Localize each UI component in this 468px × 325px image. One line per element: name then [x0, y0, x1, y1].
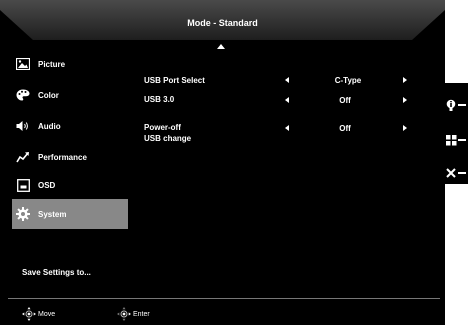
osd-icon: [16, 178, 30, 192]
save-settings-item[interactable]: Save Settings to...: [22, 268, 91, 277]
picture-icon: [16, 57, 30, 71]
option-power-off-usb-label: Power-off USB change: [144, 122, 191, 144]
osd-header: Mode - Standard: [0, 0, 445, 45]
option-usb-3-label: USB 3.0: [144, 95, 175, 104]
sidebar-item-performance[interactable]: Performance: [12, 142, 128, 172]
performance-icon: [16, 150, 30, 164]
info-icon: [445, 99, 457, 111]
palette-icon: [16, 88, 30, 102]
option-usb-port-select-label: USB Port Select: [144, 76, 205, 85]
footer-divider: [8, 298, 440, 299]
sidebar-item-label: OSD: [38, 180, 56, 190]
sidebar-item-osd[interactable]: OSD: [12, 170, 128, 200]
footer-hint-move: Move: [22, 307, 55, 321]
hotkey-info[interactable]: [445, 95, 468, 115]
option-usb-port-select-right-arrow-icon[interactable]: [403, 77, 407, 83]
sidebar-item-audio[interactable]: Audio: [12, 111, 128, 141]
sidebar-item-label: Performance: [38, 152, 87, 162]
option-power-off-usb-value[interactable]: Off: [315, 124, 375, 133]
gear-icon: [16, 207, 30, 221]
footer-enter-label: Enter: [133, 310, 150, 318]
option-power-off-usb-right-arrow-icon[interactable]: [403, 125, 407, 131]
hotkey-info-dash: [458, 104, 466, 106]
osd-menu: Mode - Standard Picture Color Audio Perf…: [0, 0, 445, 325]
joystick-move-icon: [22, 307, 36, 321]
hotkey-menu[interactable]: [445, 130, 468, 150]
sidebar-item-label: System: [38, 209, 67, 219]
hotkey-strip: [445, 83, 468, 184]
footer-hint-enter: Enter: [117, 307, 150, 321]
option-usb-3-left-arrow-icon[interactable]: [285, 97, 289, 103]
sidebar-item-system[interactable]: System: [12, 199, 128, 229]
sidebar-item-label: Color: [38, 90, 59, 100]
joystick-enter-icon: [117, 307, 131, 321]
hotkey-menu-dash: [458, 139, 466, 141]
scroll-up-arrow-icon[interactable]: [217, 44, 225, 49]
sidebar-item-picture[interactable]: Picture: [12, 49, 128, 79]
option-power-off-usb-left-arrow-icon[interactable]: [285, 125, 289, 131]
hotkey-close-dash: [458, 172, 466, 174]
option-usb-3-value[interactable]: Off: [315, 96, 375, 105]
menu-grid-icon: [445, 134, 457, 146]
footer-move-label: Move: [38, 310, 56, 318]
sidebar-item-color[interactable]: Color: [12, 80, 128, 110]
hotkey-close[interactable]: [445, 163, 468, 183]
option-power-off-usb-label-line2: USB change: [144, 134, 192, 143]
option-usb-port-select-left-arrow-icon[interactable]: [285, 77, 289, 83]
option-usb-port-select-value[interactable]: C-Type: [318, 76, 378, 85]
speaker-icon: [16, 119, 30, 133]
option-power-off-usb-label-line1: Power-off: [144, 123, 181, 132]
sidebar-item-label: Picture: [38, 59, 66, 69]
mode-title: Mode - Standard: [187, 18, 258, 28]
sidebar-item-label: Audio: [38, 121, 61, 131]
close-icon: [445, 168, 457, 178]
option-usb-3-right-arrow-icon[interactable]: [403, 97, 407, 103]
